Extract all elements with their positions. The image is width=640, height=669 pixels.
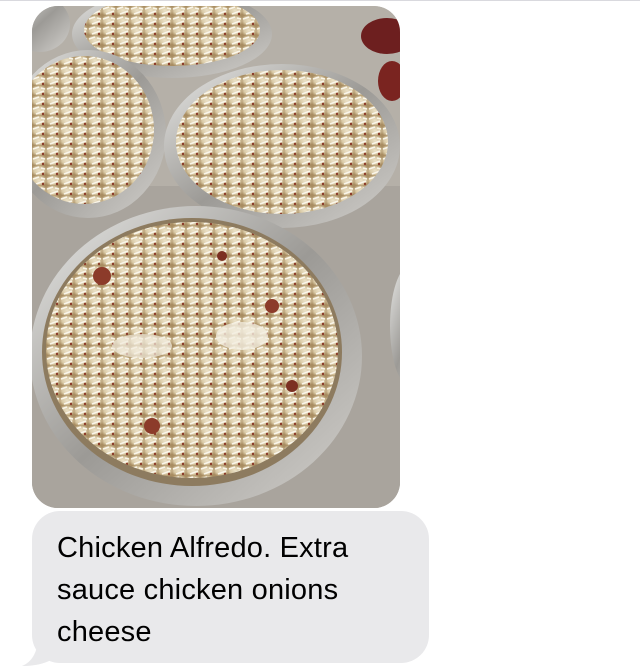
top-divider <box>0 0 640 1</box>
text-message-bubble[interactable]: Chicken Alfredo. Extra sauce chicken oni… <box>32 511 429 663</box>
food-photo <box>32 6 400 508</box>
image-message-bubble[interactable] <box>32 6 400 508</box>
message-text: Chicken Alfredo. Extra sauce chicken oni… <box>57 532 349 648</box>
